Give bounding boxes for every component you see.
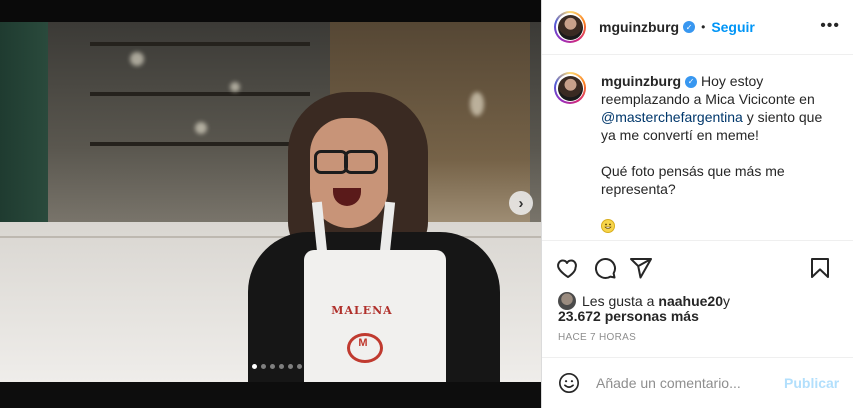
more-options-icon[interactable]: ••• (820, 17, 840, 35)
caption-username[interactable]: mguinzburg (601, 73, 681, 89)
verified-badge-icon: ✓ (683, 21, 696, 33)
carousel-dot (288, 364, 293, 369)
background-panel (0, 22, 48, 232)
post-timestamp[interactable]: HACE 7 HORAS (558, 332, 636, 343)
bokeh-light (470, 92, 484, 116)
action-bar (542, 240, 853, 290)
caption-paragraph: Qué foto pensás que más me representa? (601, 163, 785, 197)
likes-count-link[interactable]: 23.672 personas más (558, 308, 699, 324)
post-photo[interactable]: MALENA M › (0, 0, 541, 408)
photo-top-bar (0, 0, 541, 22)
carousel-dot (279, 364, 284, 369)
carousel-dot (270, 364, 275, 369)
comment-bar: Publicar (542, 357, 853, 408)
carousel-dot (252, 364, 257, 369)
avatar-frame (556, 13, 584, 41)
likes-suffix: y (722, 293, 730, 309)
post-header: mguinzburg ✓ • Seguir ••• (542, 0, 853, 55)
background-shelf (90, 42, 310, 46)
background-shelf (90, 92, 310, 96)
publish-button[interactable]: Publicar (784, 375, 839, 391)
bookmark-icon[interactable] (808, 256, 832, 280)
grinning-emoji-icon (601, 219, 615, 234)
caption: mguinzburg ✓ Hoy estoy reemplazando a Mic… (554, 72, 842, 240)
verified-badge-icon: ✓ (685, 76, 698, 89)
caption-mention-link[interactable]: @masterchefargentina (601, 109, 743, 125)
smiley-icon[interactable] (558, 372, 580, 394)
carousel-dot (297, 364, 302, 369)
photo-bottom-bar (0, 382, 541, 408)
glasses-left (314, 150, 348, 174)
carousel-dot (261, 364, 266, 369)
carousel-dots (252, 364, 302, 369)
bokeh-light (230, 82, 240, 92)
liker-username[interactable]: naahue20 (658, 293, 723, 309)
avatar-image (557, 75, 583, 101)
masterchef-logo-letter: M (358, 337, 368, 349)
glasses-right (344, 150, 378, 174)
likes-prefix: Les gusta a (582, 293, 655, 309)
bokeh-light (130, 52, 144, 66)
avatar-image (557, 14, 583, 40)
avatar[interactable] (554, 11, 586, 43)
chevron-right-icon[interactable]: › (509, 191, 533, 215)
caption-avatar[interactable] (554, 72, 586, 104)
post-side-panel: mguinzburg ✓ • Seguir ••• mguinzburg ✓ Ho… (541, 0, 853, 408)
comment-input[interactable] (594, 374, 778, 392)
bokeh-light (195, 122, 207, 134)
header-username[interactable]: mguinzburg (599, 19, 679, 35)
heart-icon[interactable] (556, 256, 580, 280)
header-separator: • (701, 20, 706, 34)
caption-text: mguinzburg ✓ Hoy estoy reemplazando a Mic… (601, 72, 833, 240)
background-shelf (90, 142, 310, 146)
follow-button[interactable]: Seguir (711, 19, 755, 35)
avatar-frame (556, 74, 584, 102)
photo-scene: MALENA M (0, 22, 541, 382)
share-icon[interactable] (629, 256, 653, 280)
comment-icon[interactable] (593, 256, 617, 280)
apron-name-label: MALENA (331, 304, 393, 317)
